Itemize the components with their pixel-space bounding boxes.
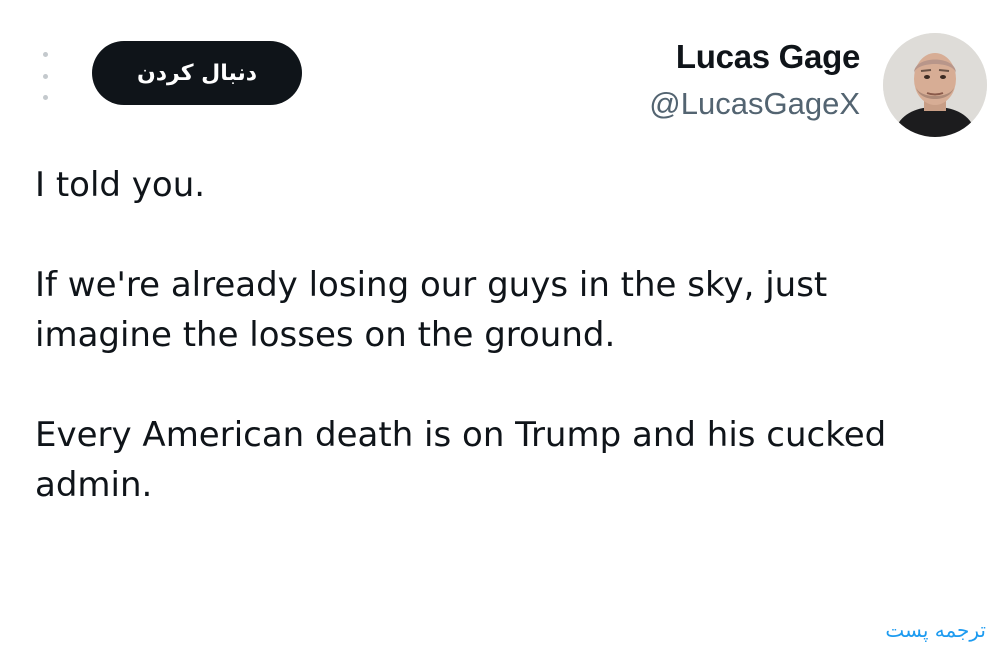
tweet-card: دنبال کردن Lucas Gage @LucasGageX I told… bbox=[0, 0, 1000, 667]
more-dot bbox=[42, 95, 48, 100]
post-paragraph: Every American death is on Trump and his… bbox=[35, 415, 887, 505]
more-dot bbox=[42, 73, 48, 79]
more-dot bbox=[42, 52, 48, 57]
tweet-header: دنبال کردن Lucas Gage @LucasGageX bbox=[0, 0, 1000, 150]
author-info: Lucas Gage @LucasGageX bbox=[649, 36, 860, 124]
follow-button[interactable]: دنبال کردن bbox=[92, 41, 302, 105]
more-options-icon[interactable] bbox=[34, 52, 56, 100]
avatar[interactable] bbox=[883, 33, 987, 137]
author-name[interactable]: Lucas Gage bbox=[649, 36, 860, 78]
author-handle[interactable]: @LucasGageX bbox=[649, 84, 860, 124]
post-body: I told you. If we're already losing our … bbox=[35, 160, 965, 510]
post-paragraph: I told you. bbox=[35, 165, 206, 205]
avatar-image bbox=[883, 33, 987, 137]
post-paragraph: If we're already losing our guys in the … bbox=[35, 265, 828, 355]
translate-post-link[interactable]: ترجمه پست bbox=[885, 618, 986, 642]
